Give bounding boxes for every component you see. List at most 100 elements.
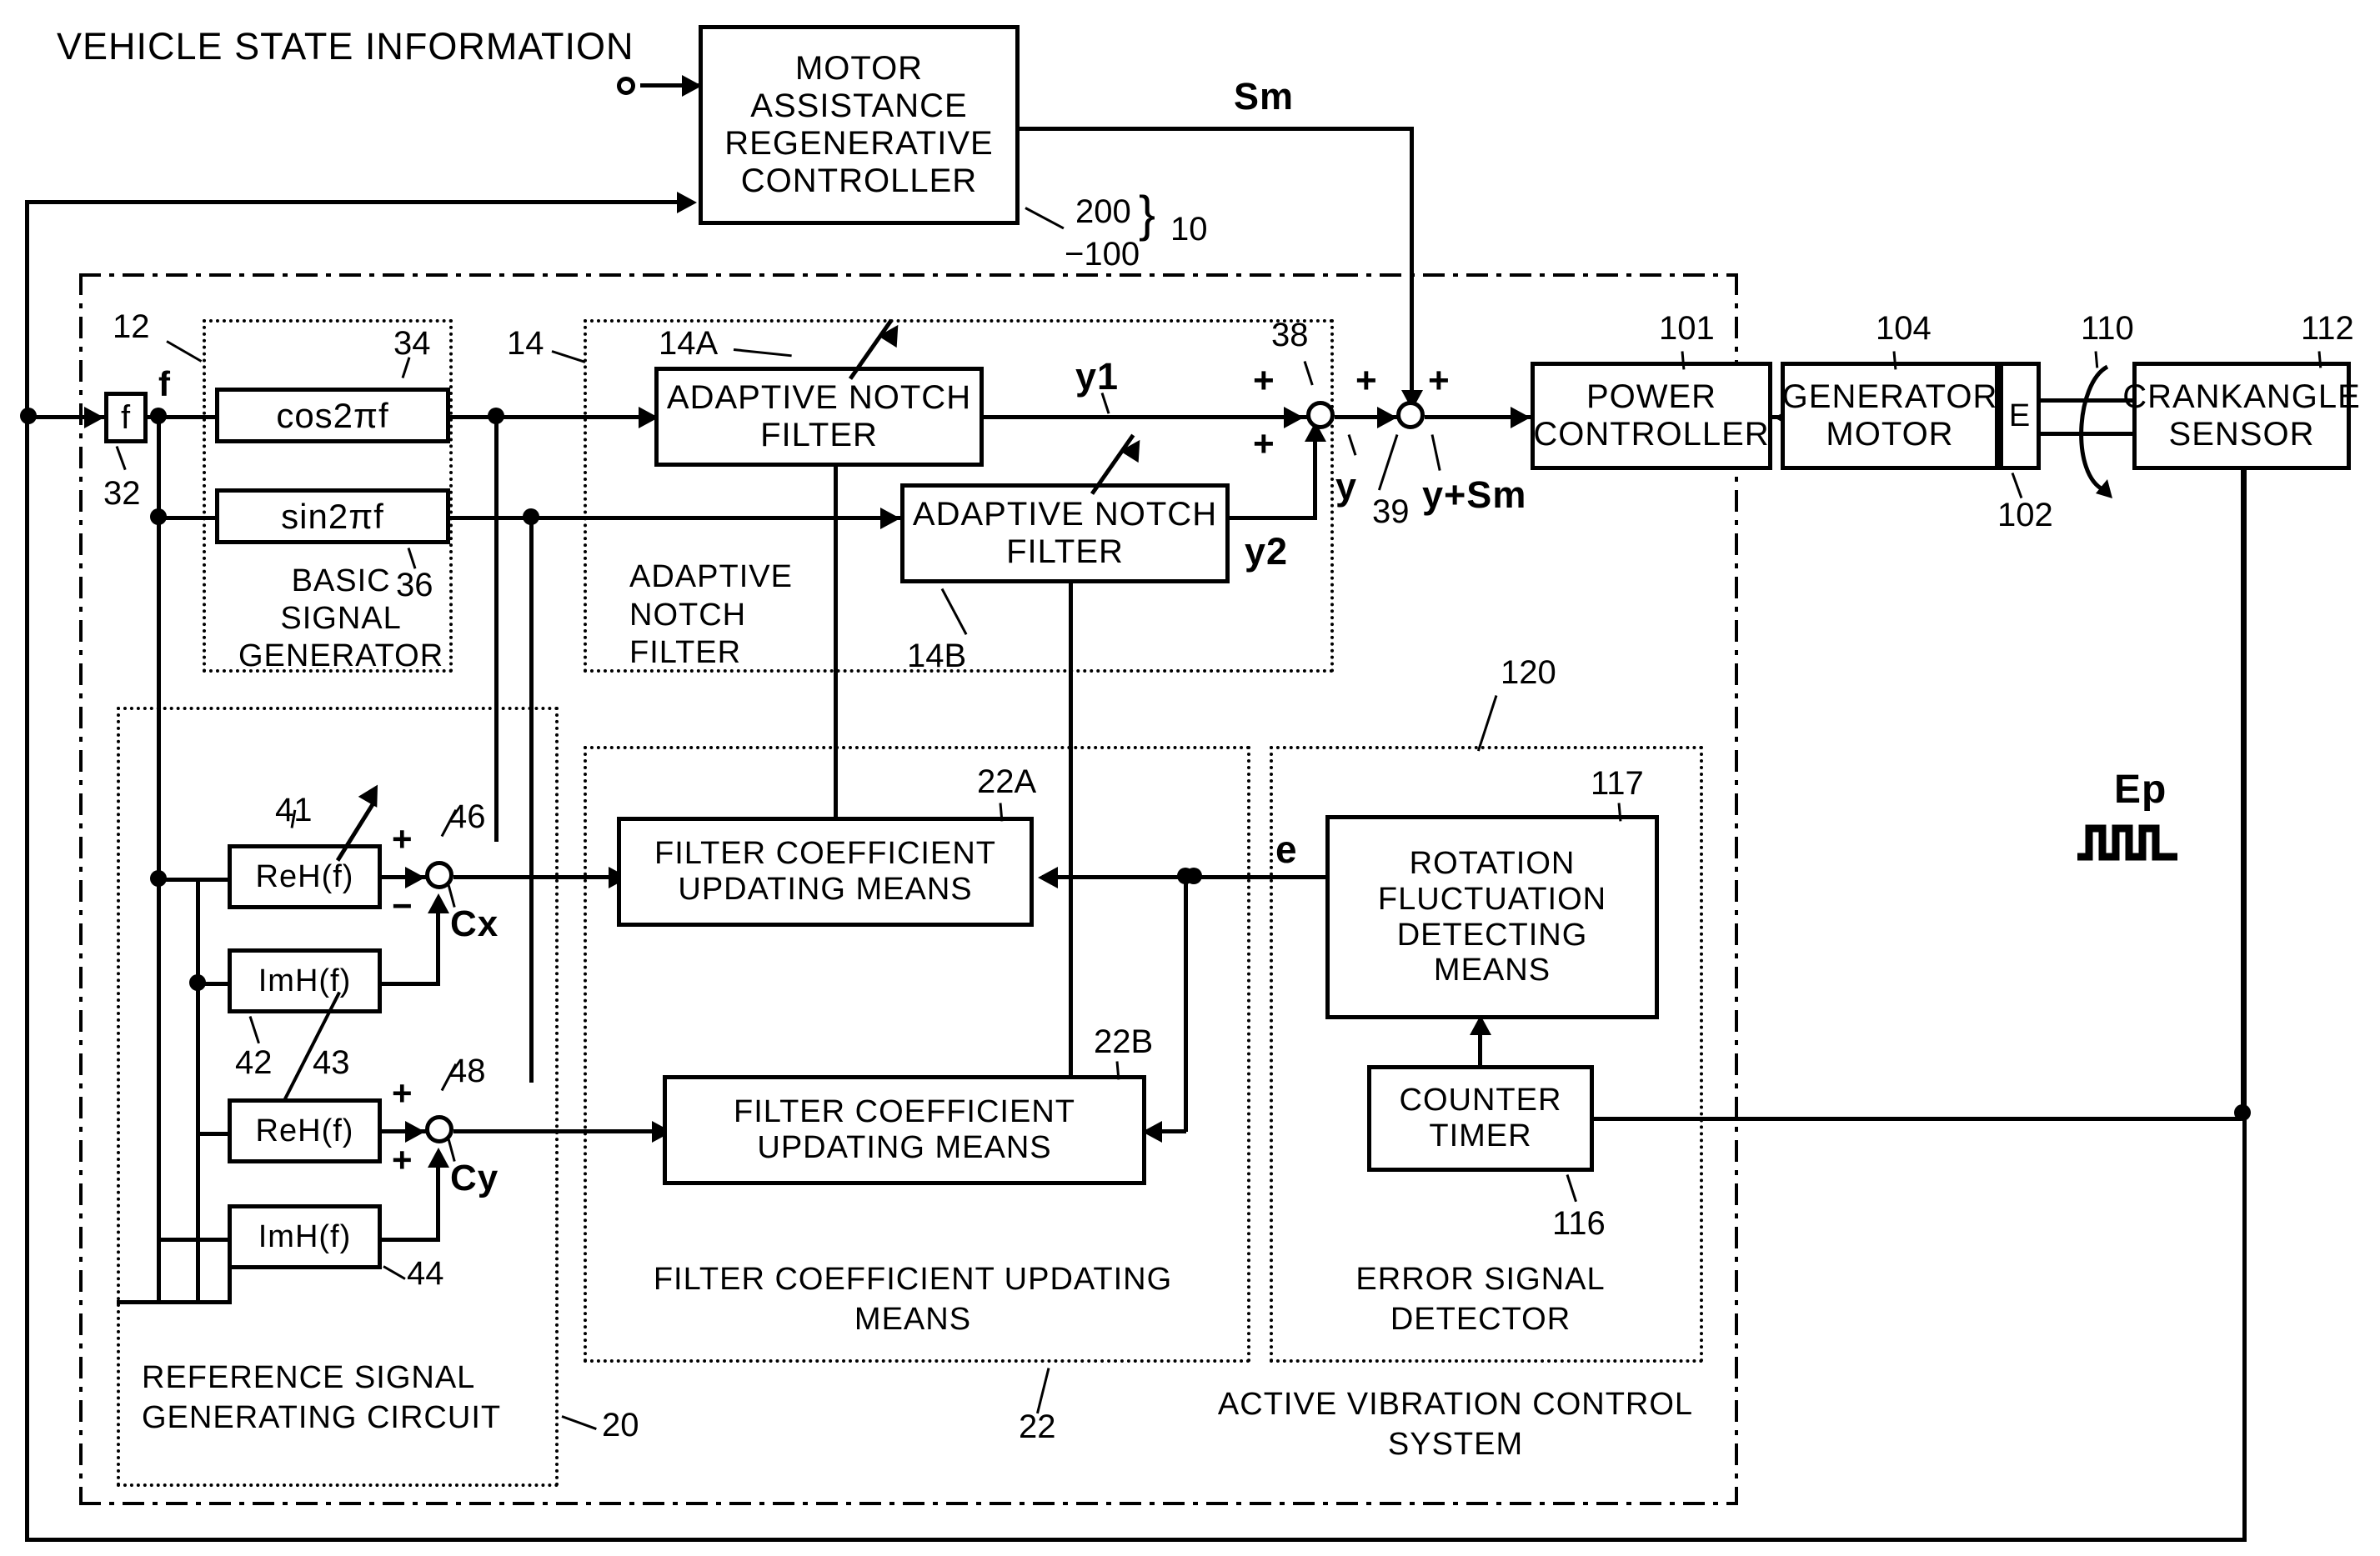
arrowhead-into-39 (1377, 407, 1397, 428)
ref-22A: 22A (977, 763, 1037, 800)
rfdm-line-2: FLUCTUATION (1377, 881, 1607, 917)
signal-cy-label: Cy (450, 1158, 499, 1198)
label-filter-coefficient-updating-group: FILTER COEFFICIENT UPDATING MEANS (621, 1260, 1205, 1339)
wire-crank-out (2241, 470, 2245, 1112)
pulse-train-icon (2077, 824, 2177, 861)
mc-line-2: ASSISTANCE (750, 88, 968, 125)
sign-48-plus-bottom: + (392, 1140, 413, 1179)
wire-imh2-to-48 (382, 1238, 440, 1242)
vehicle-state-information-label: VEHICLE STATE INFORMATION (57, 25, 634, 68)
ref-34: 34 (393, 325, 431, 362)
ref-22: 22 (1019, 1408, 1056, 1445)
anf-a-line-1: ADAPTIVE NOTCH (666, 379, 972, 417)
wire-feedback-to-controller (25, 200, 684, 204)
wire-imh2-riser-48 (436, 1163, 440, 1241)
gm-line-1: GENERATOR (1781, 378, 1998, 416)
encoder-block[interactable]: E (1999, 362, 2041, 470)
filter-coefficient-updating-means-b[interactable]: FILTER COEFFICIENT UPDATING MEANS (663, 1075, 1146, 1185)
signal-ep-label: Ep (2114, 768, 2167, 812)
pc-line-1: POWER (1586, 378, 1717, 416)
rfdm-line-4: MEANS (1433, 953, 1551, 988)
rotation-fluctuation-detecting-means[interactable]: ROTATION FLUCTUATION DETECTING MEANS (1325, 815, 1659, 1019)
encoder-label: E (2008, 398, 2032, 433)
ref-112: 112 (2301, 310, 2354, 347)
signal-y1-label: y1 (1075, 355, 1120, 398)
imh-block-2[interactable]: ImH(f) (228, 1204, 382, 1269)
ref-14B: 14B (907, 638, 967, 674)
sign-46-minus: − (392, 886, 413, 925)
cos-generator-label: cos2πf (276, 395, 389, 435)
rsgc-line-2: GENERATING CIRCUIT (142, 1399, 502, 1435)
adaptive-notch-filter-b[interactable]: ADAPTIVE NOTCH FILTER (900, 483, 1230, 583)
gm-line-2: MOTOR (1826, 416, 1954, 453)
ref-120: 120 (1501, 654, 1556, 691)
fcug-line-1: FILTER COEFFICIENT UPDATING (653, 1262, 1173, 1297)
sign-46-plus: + (392, 819, 413, 858)
reh-block-2[interactable]: ReH(f) (228, 1098, 382, 1163)
ref-10: 10 (1170, 211, 1208, 248)
ref-46: 46 (448, 798, 486, 835)
cos-generator-block[interactable]: cos2πf (215, 388, 450, 443)
mc-line-3: REGENERATIVE (724, 125, 994, 162)
filter-coefficient-updating-means-a[interactable]: FILTER COEFFICIENT UPDATING MEANS (617, 817, 1034, 927)
imh-block-1[interactable]: ImH(f) (228, 948, 382, 1013)
leader-200 (1025, 207, 1065, 230)
fcum-a-line-2: UPDATING MEANS (678, 872, 973, 907)
arrowhead-feedback-controller (677, 192, 697, 213)
fcum-b-line-1: FILTER COEFFICIENT (734, 1094, 1075, 1130)
frequency-block[interactable]: f (104, 392, 148, 443)
bsg-line-3: GENERATOR (238, 638, 444, 673)
label-active-vibration-control-system: ACTIVE VIBRATION CONTROL SYSTEM (1172, 1385, 1739, 1464)
ref-32: 32 (103, 475, 141, 512)
label-reference-signal-generating-circuit: REFERENCE SIGNAL GENERATING CIRCUIT (142, 1358, 501, 1438)
avcs-line-2: SYSTEM (1387, 1426, 1524, 1462)
ref-14: 14 (507, 325, 544, 362)
ref-117: 117 (1591, 765, 1644, 802)
wire-22B-to-14B (1069, 583, 1073, 1075)
ref-43: 43 (313, 1044, 350, 1081)
ref-200: 200 (1075, 193, 1131, 230)
imh-2-label: ImH(f) (258, 1218, 352, 1254)
wire-e-bus-vertical (1184, 875, 1188, 1132)
motor-assistance-regenerative-controller[interactable]: MOTOR ASSISTANCE REGENERATIVE CONTROLLER (699, 25, 1020, 225)
signal-y-label: y (1335, 465, 1358, 508)
wire-y2-riser (1313, 433, 1317, 520)
signal-sm-label: Sm (1234, 75, 1295, 118)
avcs-line-1: ACTIVE VIBRATION CONTROL (1217, 1387, 1694, 1422)
label-adaptive-notch-filter-group: ADAPTIVE NOTCH FILTER (629, 558, 793, 673)
junction-left-bus (20, 408, 37, 424)
wire-e-into-22A (1042, 875, 1185, 879)
reh-block-1[interactable]: ReH(f) (228, 844, 382, 909)
power-controller[interactable]: POWER CONTROLLER (1531, 362, 1772, 470)
ct-line-1: COUNTER (1399, 1083, 1562, 1118)
ref-104: 104 (1876, 310, 1932, 347)
adaptive-notch-filter-a[interactable]: ADAPTIVE NOTCH FILTER (654, 367, 984, 467)
wire-sm-horizontal (1020, 127, 1414, 131)
signal-cx-label: Cx (450, 903, 499, 944)
summing-junction-38 (1306, 401, 1335, 429)
mc-line-1: MOTOR (794, 50, 924, 88)
generator-motor[interactable]: GENERATOR MOTOR (1781, 362, 1999, 470)
rfdm-line-1: ROTATION (1409, 846, 1576, 882)
cs-line-2: SENSOR (2168, 416, 2315, 453)
mc-line-4: CONTROLLER (740, 162, 978, 199)
ref-14A: 14A (659, 325, 719, 362)
wire-f-down (157, 415, 161, 523)
ref-12: 12 (113, 308, 150, 345)
summing-junction-39 (1396, 401, 1425, 429)
crankangle-sensor[interactable]: CRANKANGLE SENSOR (2122, 362, 2360, 470)
signal-y2-label: y2 (1245, 530, 1289, 573)
counter-timer[interactable]: COUNTER TIMER (1367, 1065, 1594, 1172)
signal-y-plus-sm-label: y+Sm (1422, 473, 1527, 516)
rsgc-line-1: REFERENCE SIGNAL (142, 1360, 476, 1395)
input-terminal-icon (617, 77, 635, 95)
ref-101: 101 (1659, 310, 1715, 347)
arrowhead-e-into-22A (1038, 867, 1058, 888)
wire-imh2-bottom-drop (228, 1269, 232, 1303)
arrowhead-e-into-22B (1142, 1121, 1162, 1143)
wire-imh1-riser-46 (436, 908, 440, 985)
anf-b-line-1: ADAPTIVE NOTCH (912, 496, 1218, 533)
sin-generator-block[interactable]: sin2πf (215, 488, 450, 544)
wire-22A-to-14A (834, 467, 838, 817)
anfg-line-1: ADAPTIVE (629, 559, 793, 594)
